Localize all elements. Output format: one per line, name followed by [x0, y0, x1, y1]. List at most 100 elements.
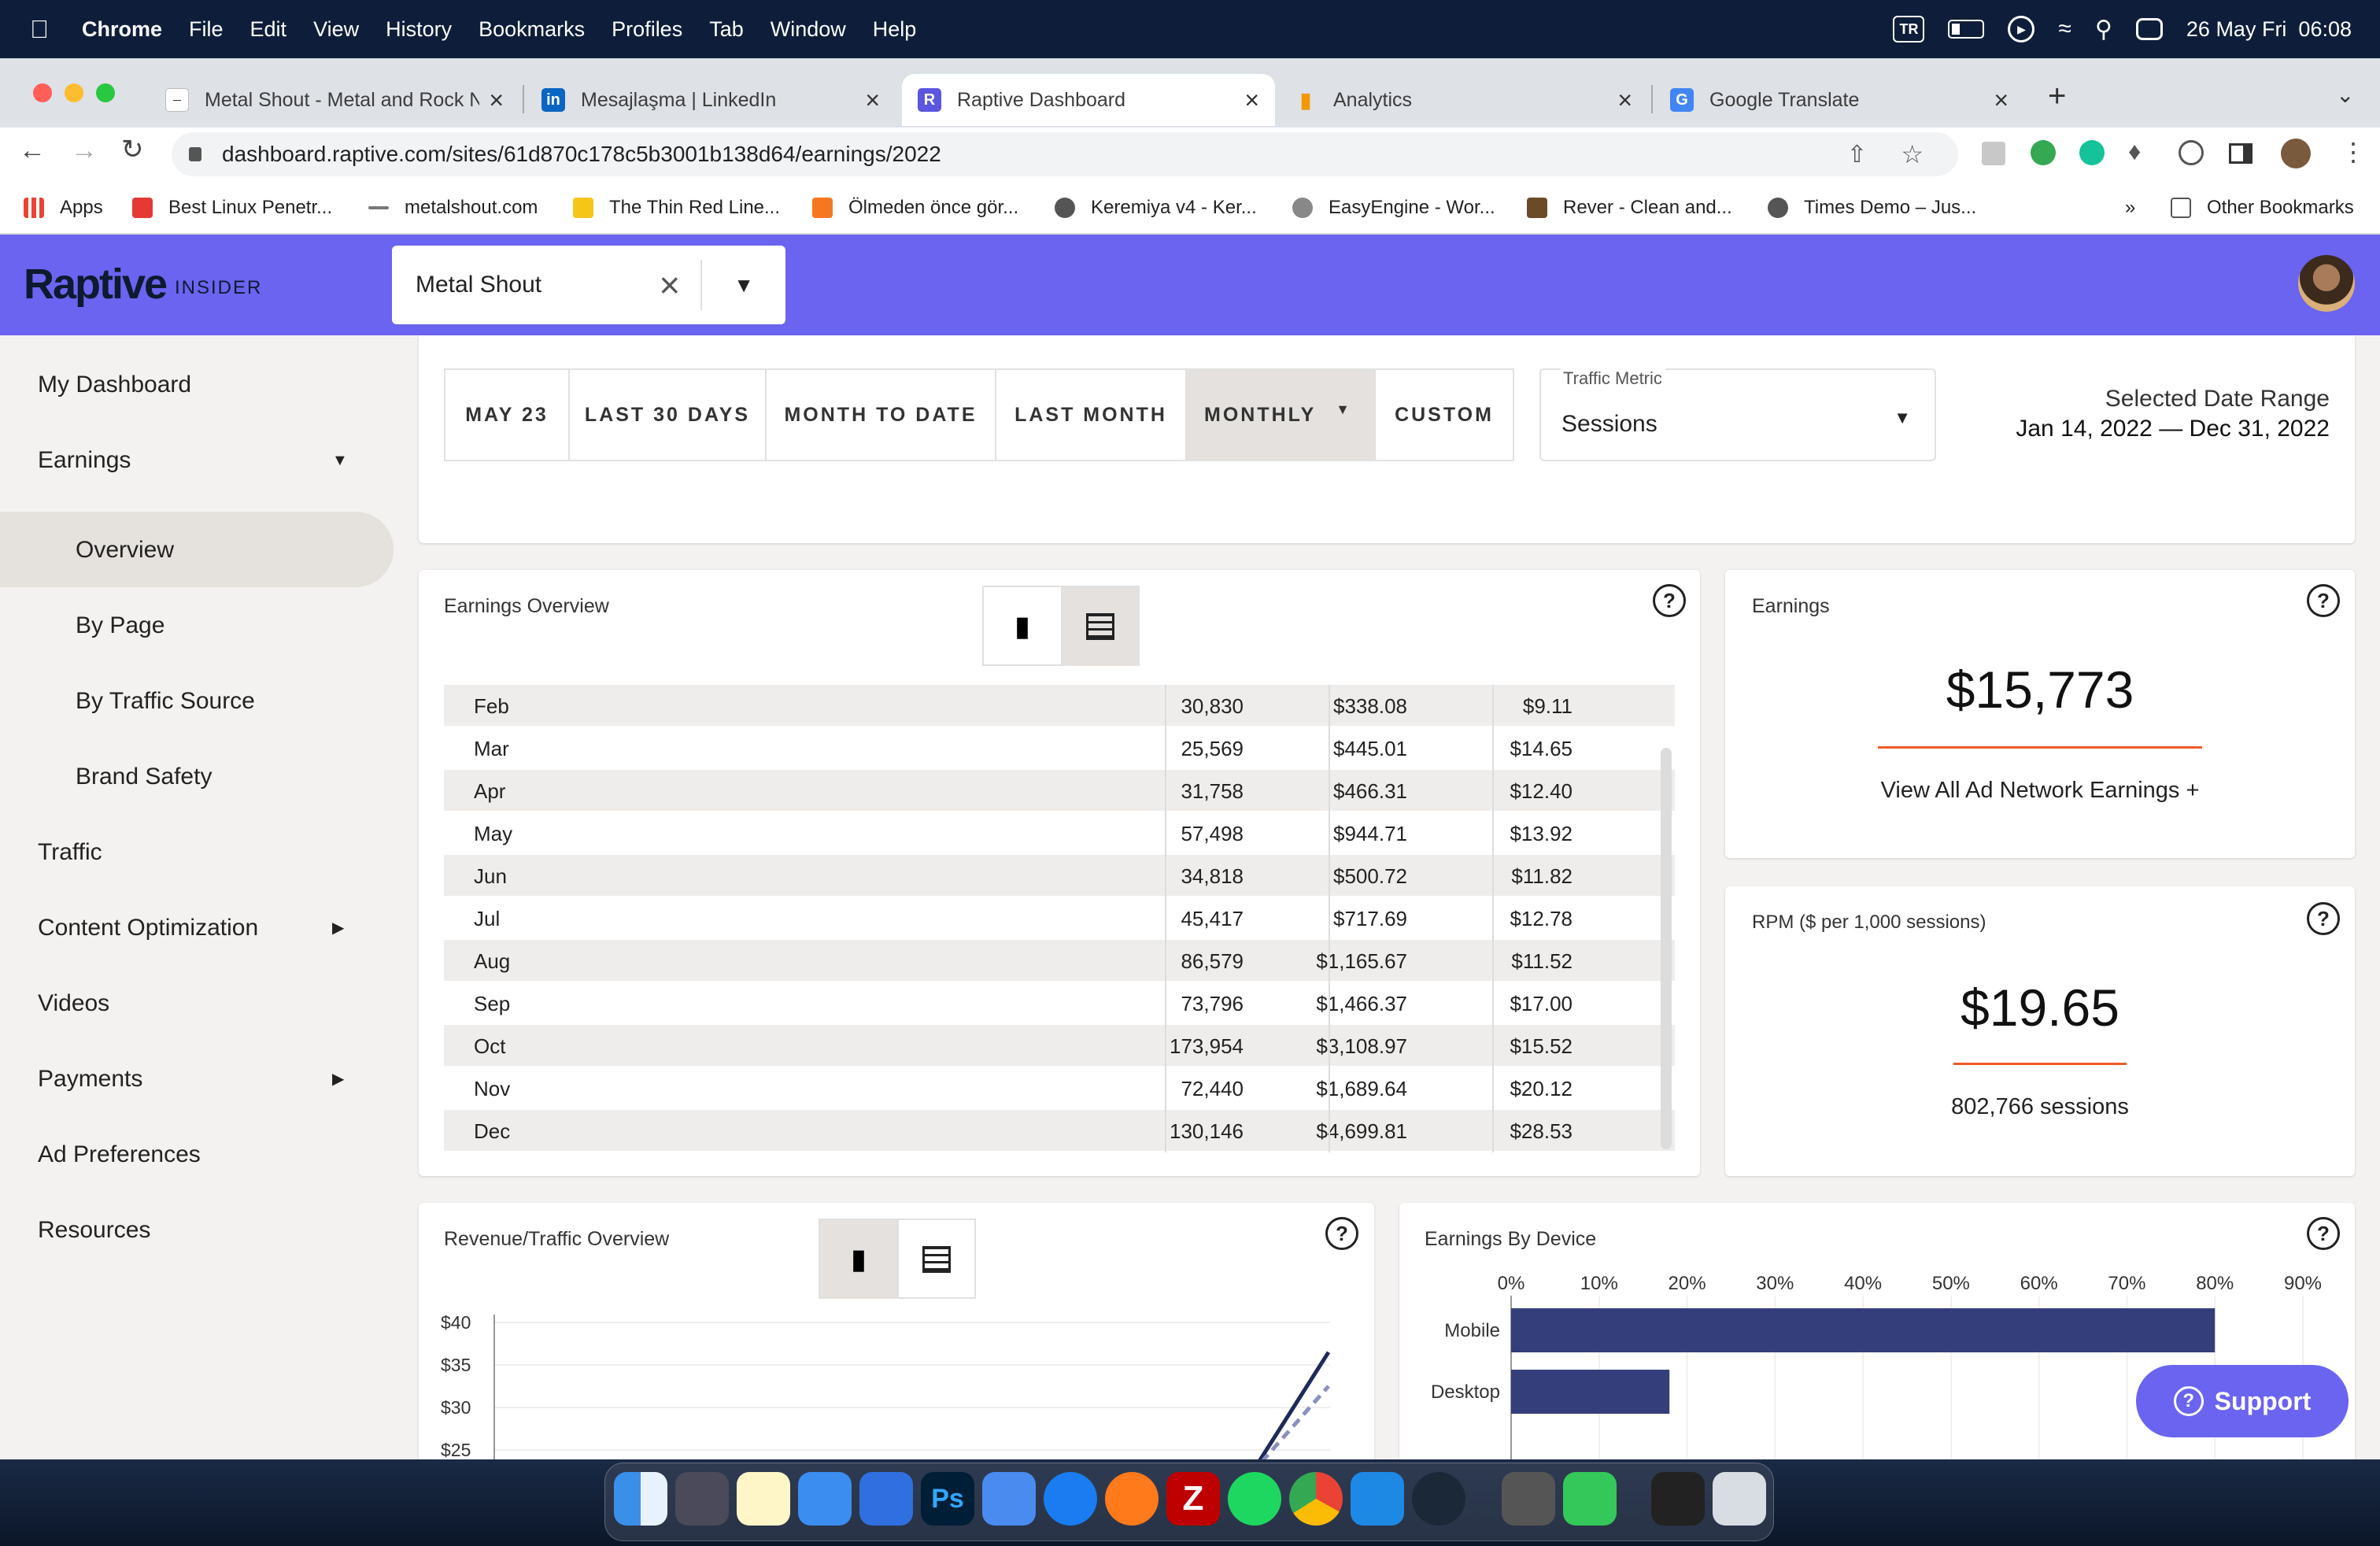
bookmark-item[interactable]: Ölmeden önce gör...	[812, 181, 1018, 235]
xcode-icon[interactable]	[859, 1472, 913, 1526]
menu-edit[interactable]: Edit	[250, 17, 287, 42]
extension-icon[interactable]	[2031, 140, 2056, 165]
bookmarks-overflow-button[interactable]: »	[2125, 181, 2135, 235]
traffic-metric-select[interactable]: Traffic Metric Sessions ▼	[1539, 368, 1936, 461]
chevron-right-icon[interactable]: ▶	[332, 1069, 344, 1089]
extensions-puzzle-icon[interactable]: ♦	[2128, 137, 2141, 166]
sidebar-item-by-traffic-source[interactable]: By Traffic Source	[76, 688, 255, 715]
sidebar-item-content-optimization[interactable]: Content Optimization	[38, 915, 258, 941]
close-tab-icon[interactable]: ×	[865, 86, 880, 115]
zoom-window-button[interactable]	[96, 83, 115, 102]
help-icon[interactable]: ?	[2307, 902, 2340, 935]
url-text[interactable]: dashboard.raptive.com/sites/61d870c178c5…	[222, 142, 941, 167]
menu-file[interactable]: File	[189, 17, 224, 42]
sidebar-item-earnings[interactable]: Earnings	[38, 447, 131, 474]
side-panel-icon[interactable]	[2229, 143, 2252, 164]
bookmark-apps[interactable]: Apps	[24, 181, 103, 235]
range-monthly-button[interactable]: MONTHLY ▼	[1185, 368, 1376, 461]
menu-bookmarks[interactable]: Bookmarks	[479, 17, 585, 42]
chrome-menu-icon[interactable]: ⋮	[2341, 137, 2366, 167]
support-button[interactable]: ? Support	[2136, 1365, 2349, 1437]
vscode-icon[interactable]	[1351, 1472, 1404, 1526]
back-arrow-icon[interactable]: ←	[19, 135, 46, 166]
input-source-icon[interactable]: TR	[1893, 16, 1925, 43]
close-tab-icon[interactable]: ×	[1244, 86, 1259, 115]
bar-chart-view-button[interactable]: ▮​	[820, 1220, 897, 1299]
table-view-button[interactable]	[897, 1220, 974, 1299]
new-tab-button[interactable]: +	[2048, 79, 2066, 114]
menu-window[interactable]: Window	[771, 17, 846, 42]
spotlight-search-icon[interactable]: ⚲	[2095, 16, 2112, 43]
menu-app-name[interactable]: Chrome	[82, 17, 162, 42]
filezilla-icon[interactable]: Z	[1166, 1472, 1220, 1526]
chevron-right-icon[interactable]: ▶	[332, 918, 344, 938]
device-bar[interactable]	[1511, 1308, 2216, 1352]
extension-icon[interactable]	[2179, 140, 2204, 165]
numbers-icon[interactable]	[1563, 1472, 1617, 1526]
close-tab-icon[interactable]: ×	[1994, 86, 2009, 115]
forward-arrow-icon[interactable]: →	[71, 135, 98, 166]
bookmark-item[interactable]: Rever - Clean and...	[1527, 181, 1732, 235]
playback-icon[interactable]: ▶	[2008, 16, 2035, 43]
table-scrollbar[interactable]	[1661, 748, 1672, 1149]
chevron-down-icon[interactable]: ▼	[332, 452, 348, 470]
view-ad-network-earnings-link[interactable]: View All Ad Network Earnings +	[1804, 778, 2276, 804]
help-icon[interactable]: ?	[2307, 584, 2340, 617]
photoshop-icon[interactable]: Ps	[921, 1472, 974, 1526]
range-last-30-days-button[interactable]: LAST 30 DAYS	[568, 368, 767, 461]
battery-icon[interactable]	[1948, 20, 1985, 39]
menu-profiles[interactable]: Profiles	[612, 17, 682, 42]
menu-view[interactable]: View	[313, 17, 359, 42]
share-icon[interactable]: ⇧	[1847, 141, 1867, 168]
clear-icon[interactable]: ×	[659, 264, 680, 306]
finder-icon[interactable]	[614, 1472, 667, 1526]
menu-history[interactable]: History	[386, 17, 452, 42]
profile-avatar-icon[interactable]	[2281, 139, 2311, 168]
firefox-icon[interactable]	[1105, 1472, 1159, 1526]
chevron-down-icon[interactable]: ▼	[734, 273, 754, 298]
range-last-month-button[interactable]: LAST MONTH	[995, 368, 1187, 461]
launchpad-icon[interactable]	[675, 1472, 729, 1526]
tab-google-translate[interactable]: G Google Translate ×	[1654, 74, 2024, 126]
reload-icon[interactable]: ↻	[121, 134, 144, 165]
extension-icon[interactable]	[1982, 142, 2005, 165]
chrome-icon[interactable]	[1289, 1472, 1343, 1526]
range-month-to-date-button[interactable]: MONTH TO DATE	[765, 368, 996, 461]
tab-metalshout[interactable]: — Metal Shout - Metal and Rock N ×	[150, 74, 519, 126]
wifi-icon[interactable]: ≈	[2058, 16, 2071, 43]
safari-icon[interactable]	[1044, 1472, 1097, 1526]
close-window-button[interactable]	[33, 83, 52, 102]
range-custom-button[interactable]: CUSTOM	[1374, 368, 1514, 461]
menu-help[interactable]: Help	[873, 17, 917, 42]
bar-chart-view-button[interactable]: ▮​	[984, 587, 1061, 666]
apple-icon[interactable]: 	[30, 16, 54, 43]
sidebar-item-by-page[interactable]: By Page	[76, 612, 164, 639]
device-bar[interactable]	[1511, 1370, 1670, 1414]
user-avatar[interactable]	[2298, 255, 2355, 312]
range-may-23-button[interactable]: MAY 23	[444, 368, 570, 461]
address-bar[interactable]: dashboard.raptive.com/sites/61d870c178c5…	[172, 132, 1958, 176]
bookmark-item[interactable]: Times Demo – Jus...	[1768, 181, 1976, 235]
help-icon[interactable]: ?	[2307, 1217, 2340, 1250]
table-view-button[interactable]	[1061, 587, 1138, 666]
trash-icon[interactable]	[1713, 1472, 1766, 1526]
tab-search-chevron-icon[interactable]: ⌄	[2336, 82, 2354, 108]
sidebar-item-resources[interactable]: Resources	[38, 1217, 150, 1244]
grammarly-icon[interactable]	[2079, 140, 2105, 165]
sidebar-item-payments[interactable]: Payments	[38, 1066, 142, 1093]
bookmark-item[interactable]: The Thin Red Line...	[573, 181, 780, 235]
spotify-icon[interactable]	[1228, 1472, 1281, 1526]
minimize-window-button[interactable]	[65, 83, 83, 102]
tab-analytics[interactable]: ▮ Analytics ×	[1278, 74, 1648, 126]
close-tab-icon[interactable]: ×	[489, 86, 504, 115]
sidebar-item-overview[interactable]: Overview	[76, 537, 174, 564]
sidebar-item-traffic[interactable]: Traffic	[38, 839, 102, 866]
screenshot-folder-icon[interactable]	[1651, 1472, 1705, 1526]
mail-icon[interactable]	[798, 1472, 852, 1526]
bookmark-item[interactable]: Keremiya v4 - Ker...	[1055, 181, 1257, 235]
sidebar-item-ad-preferences[interactable]: Ad Preferences	[38, 1141, 201, 1168]
menu-tab[interactable]: Tab	[709, 17, 744, 42]
bookmark-star-icon[interactable]: ☆	[1901, 139, 1924, 169]
tab-linkedin[interactable]: in Mesajlaşma | LinkedIn ×	[526, 74, 896, 126]
bookmark-item[interactable]: EasyEngine - Wor...	[1292, 181, 1495, 235]
